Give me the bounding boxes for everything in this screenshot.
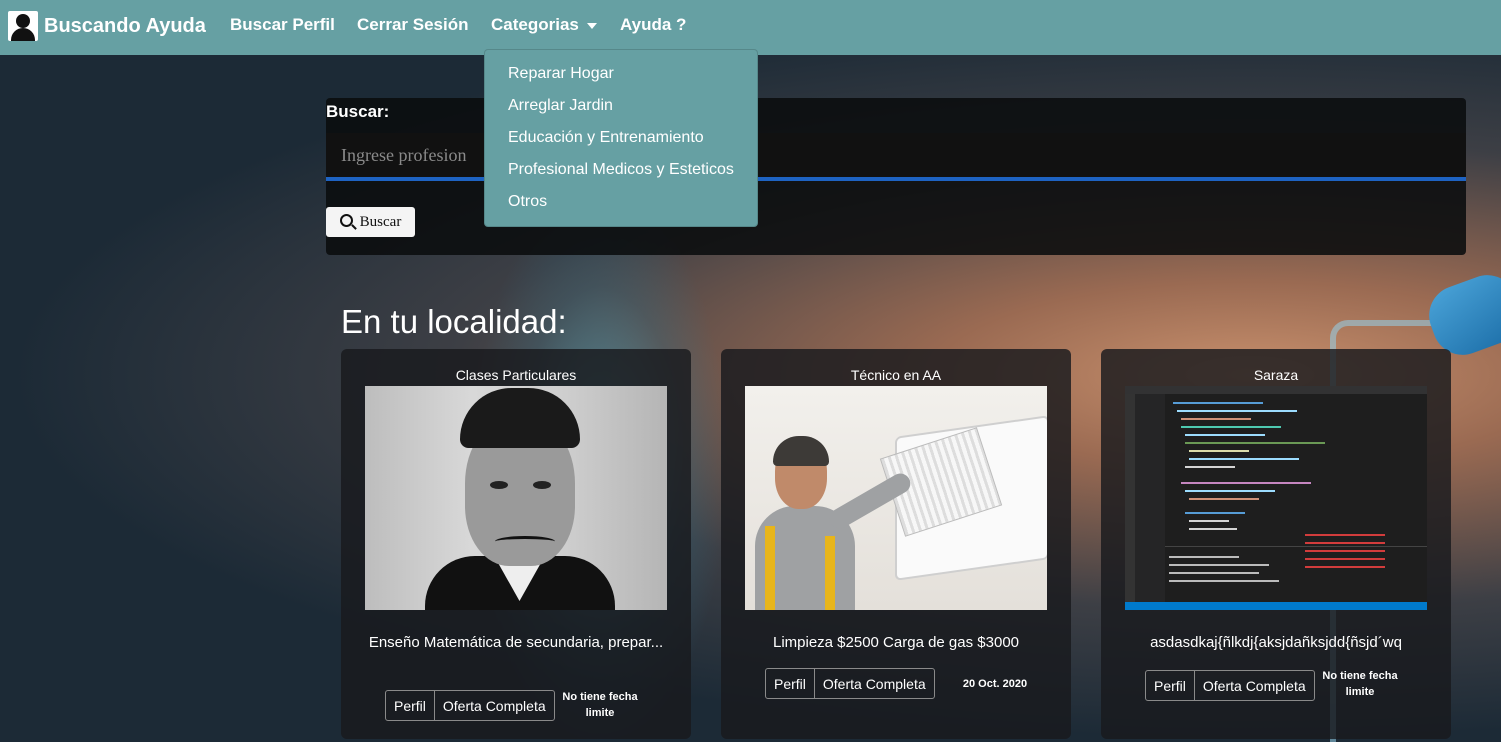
card-button-group: Perfil Oferta Completa — [385, 690, 555, 721]
card-button-group: Perfil Oferta Completa — [765, 668, 935, 699]
card-image — [1125, 386, 1427, 610]
dropdown-item-profesional-medicos[interactable]: Profesional Medicos y Esteticos — [508, 161, 734, 179]
nav-buscar-perfil[interactable]: Buscar Perfil — [230, 15, 335, 35]
section-title: En tu localidad: — [341, 303, 567, 340]
categorias-dropdown: Reparar Hogar Arreglar Jardin Educación … — [484, 49, 758, 227]
nav-categorias[interactable]: Categorias — [491, 15, 597, 35]
nav-cerrar-sesion[interactable]: Cerrar Sesión — [357, 15, 469, 35]
card-date: 20 Oct. 2020 — [962, 678, 1028, 690]
card-image — [745, 386, 1047, 610]
perfil-button[interactable]: Perfil — [386, 691, 434, 720]
search-button[interactable]: Buscar — [326, 207, 415, 237]
card-image — [365, 386, 667, 610]
brand-link[interactable]: Buscando Ayuda — [8, 10, 206, 42]
card-description: Enseño Matemática de secundaria, prepar.… — [368, 634, 664, 651]
oferta-completa-button[interactable]: Oferta Completa — [433, 691, 554, 720]
offer-card: Saraza asdasdkaj{ñlkdj{aksjdañksjdd{ñsjd… — [1101, 349, 1451, 739]
card-description: Limpieza $2500 Carga de gas $3000 — [772, 634, 1019, 651]
perfil-button[interactable]: Perfil — [1146, 671, 1194, 700]
search-button-label: Buscar — [359, 213, 402, 230]
dropdown-item-arreglar-jardin[interactable]: Arreglar Jardin — [508, 97, 613, 115]
card-title: Clases Particulares — [455, 367, 577, 383]
card-title: Técnico en AA — [850, 367, 942, 383]
perfil-button[interactable]: Perfil — [766, 669, 814, 698]
search-icon — [339, 213, 353, 227]
nav-ayuda[interactable]: Ayuda ? — [620, 15, 686, 35]
oferta-completa-button[interactable]: Oferta Completa — [813, 669, 934, 698]
dropdown-item-otros[interactable]: Otros — [508, 193, 547, 211]
card-date: No tiene fecha limite — [562, 691, 638, 719]
oferta-completa-button[interactable]: Oferta Completa — [1193, 671, 1314, 700]
offer-card: Clases Particulares Enseño Matemática de… — [341, 349, 691, 739]
caret-down-icon — [586, 22, 597, 29]
card-title: Saraza — [1253, 367, 1299, 383]
offer-card: Técnico en AA Limpieza $2500 Carga de ga… — [721, 349, 1071, 739]
nav-categorias-label: Categorias — [491, 15, 579, 34]
card-description: asdasdkaj{ñlkdj{aksjdañksjdd{ñsjd´wq — [1150, 634, 1402, 651]
card-button-group: Perfil Oferta Completa — [1145, 670, 1315, 701]
brand-text: Buscando Ayuda — [44, 14, 206, 37]
dropdown-item-educacion[interactable]: Educación y Entrenamiento — [508, 129, 704, 147]
navbar: Buscando Ayuda Buscar Perfil Cerrar Sesi… — [0, 0, 1501, 55]
dropdown-item-reparar-hogar[interactable]: Reparar Hogar — [508, 65, 614, 83]
card-date: No tiene fecha limite — [1322, 670, 1398, 698]
search-label: Buscar: — [326, 102, 390, 121]
user-icon — [8, 11, 38, 41]
